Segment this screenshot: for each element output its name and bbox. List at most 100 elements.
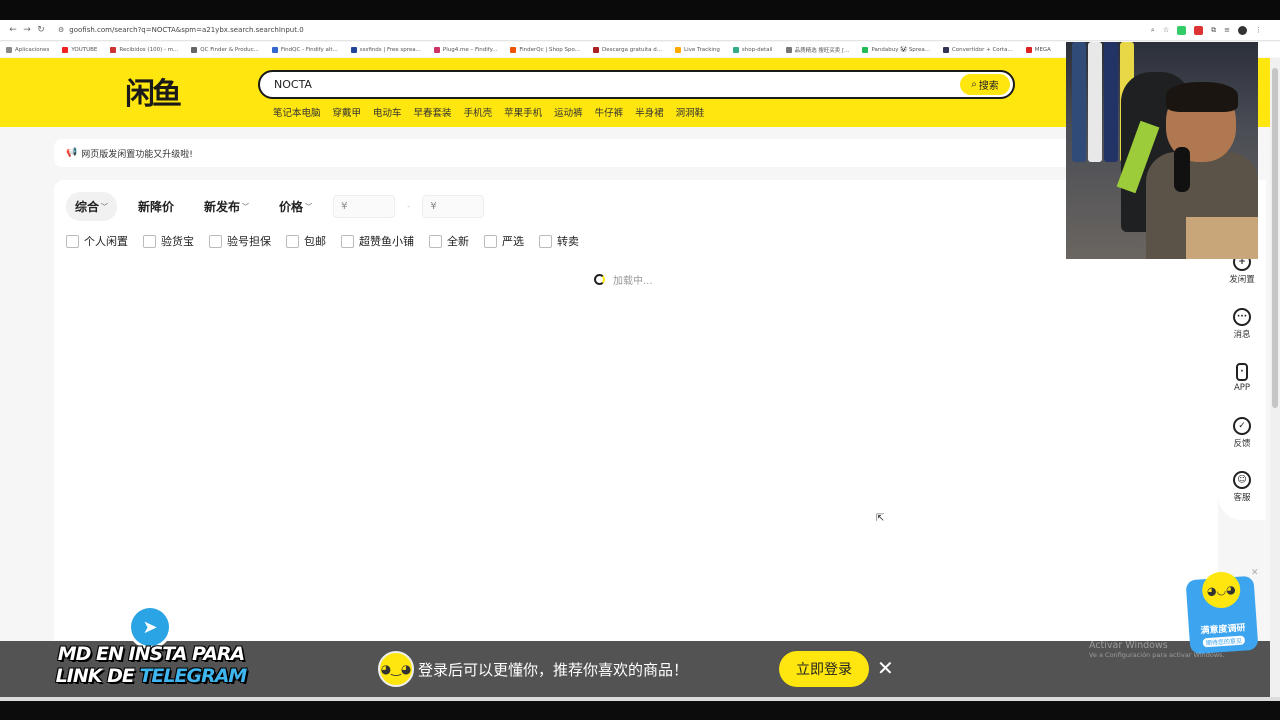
sort-option[interactable]: 新发布 ﹀ <box>195 192 258 221</box>
bookmark-favicon-icon <box>732 46 739 53</box>
hot-tag[interactable]: 早春套装 <box>414 105 452 119</box>
bookmark-item[interactable]: Descarga gratuita d... <box>593 46 662 53</box>
bookmark-item[interactable]: 品质精选 搜旺买卖 [... <box>785 46 850 54</box>
extension-icon[interactable] <box>1194 25 1204 35</box>
bookmark-label: sssfinds | Free sprea... <box>359 46 421 53</box>
profile-avatar[interactable] <box>1238 25 1247 35</box>
filter-checkbox[interactable] <box>209 234 222 248</box>
filter-checkbox[interactable] <box>66 234 79 248</box>
bookmark-item[interactable]: sssfinds | Free sprea... <box>350 46 421 53</box>
reload-icon[interactable]: ↻ <box>34 25 48 35</box>
hot-tag[interactable]: 手机壳 <box>464 105 493 119</box>
zoom-icon[interactable]: ⌕ <box>1151 26 1155 35</box>
filter-checkbox[interactable] <box>143 234 156 248</box>
filter-checkbox[interactable] <box>539 234 552 248</box>
bookmark-favicon-icon <box>350 46 357 53</box>
filter-option[interactable]: 验号担保 <box>209 233 271 249</box>
filter-checkbox[interactable] <box>341 234 354 248</box>
page-scrollbar[interactable] <box>1270 58 1280 698</box>
browser-toolbar: ← → ↻ ⚙ goofish.com/search?q=NOCTA&spm=a… <box>0 20 1280 41</box>
forward-arrow-icon[interactable]: → <box>20 25 34 35</box>
chevron-down-icon: ﹀ <box>101 202 109 211</box>
bookmark-item[interactable]: FindQC - Findify alt... <box>271 46 338 53</box>
address-bar[interactable]: ⚙ goofish.com/search?q=NOCTA&spm=a21ybx.… <box>58 26 1151 34</box>
scrollbar-thumb[interactable] <box>1272 68 1278 408</box>
filter-checkbox[interactable] <box>484 234 497 248</box>
bookmark-label: Pandabuy 🐼 Sprea... <box>871 46 930 53</box>
announcement-bar[interactable]: 📢 网页版发闲置功能又升级啦! <box>54 139 1218 167</box>
loading-text: 加载中... <box>613 276 653 287</box>
filter-option[interactable]: 全新 <box>429 233 469 249</box>
chevron-down-icon: ﹀ <box>305 202 313 211</box>
close-icon[interactable]: ✕ <box>877 656 894 680</box>
sort-option[interactable]: 新降价 <box>129 192 183 221</box>
bookmark-label: 品质精选 搜旺买卖 [... <box>794 47 850 54</box>
extensions-puzzle-icon[interactable]: ⧉ <box>1211 26 1216 35</box>
bookmark-item[interactable]: Live Tracking <box>675 46 720 53</box>
bookmark-item[interactable]: Recibidos (100) - m... <box>110 46 178 53</box>
search-button[interactable]: ⌕ 搜索 <box>960 74 1010 95</box>
bookmark-favicon-icon <box>1025 46 1032 53</box>
bookmark-item[interactable]: Plug4.me – Findify... <box>433 46 497 53</box>
filter-option[interactable]: 验货宝 <box>143 233 194 249</box>
hot-tag[interactable]: 牛仔裤 <box>595 105 624 119</box>
filter-label: 个人闲置 <box>84 235 128 248</box>
search-input[interactable]: NOCTA <box>274 78 960 91</box>
xianyu-logo[interactable]: 闲鱼 <box>125 75 189 112</box>
hot-tag[interactable]: 运动裤 <box>554 105 583 119</box>
price-min-input[interactable]: ¥ <box>333 195 396 218</box>
sidebar-item-label: 客服 <box>1233 493 1251 503</box>
tab-search-icon[interactable]: ≡ <box>1224 26 1230 34</box>
bookmark-item[interactable]: QC Finder & Produc... <box>191 46 259 53</box>
sidebar-item[interactable]: ☺ 客服 <box>1218 471 1266 503</box>
hot-tag[interactable]: 半身裙 <box>635 105 664 119</box>
filter-checkbox[interactable] <box>286 234 299 248</box>
bookmark-item[interactable]: FinderQc | Shop Spo... <box>510 46 580 53</box>
customer-service-icon: ☺ <box>1233 471 1251 489</box>
bookmark-star-icon[interactable]: ☆ <box>1163 26 1169 34</box>
sidebar-item-label: APP <box>1233 383 1251 393</box>
bookmark-item[interactable]: Aplicaciones <box>6 46 49 53</box>
hot-tag[interactable]: 笔记本电脑 <box>273 105 321 119</box>
extension-icon[interactable] <box>1177 25 1187 35</box>
bookmark-item[interactable]: MEGA <box>1025 46 1051 53</box>
bookmark-item[interactable]: shop-detail <box>732 46 773 53</box>
site-info-icon[interactable]: ⚙ <box>58 26 64 34</box>
browser-menu-icon[interactable]: ⋮ <box>1255 26 1262 34</box>
survey-close-icon[interactable]: ✕ <box>1251 568 1259 578</box>
filter-option[interactable]: 转卖 <box>539 233 579 249</box>
sort-option-label: 新降价 <box>138 200 175 214</box>
webcam-clothes <box>1088 42 1102 162</box>
back-arrow-icon[interactable]: ← <box>6 25 20 35</box>
hot-tag[interactable]: 电动车 <box>373 105 402 119</box>
filter-option[interactable]: 包邮 <box>286 233 326 249</box>
logo-text: 闲鱼 <box>125 77 182 112</box>
login-now-button[interactable]: 立即登录 <box>779 651 869 687</box>
bookmark-label: FindQC - Findify alt... <box>280 46 338 53</box>
filter-checkbox[interactable] <box>429 234 442 248</box>
sort-option[interactable]: 综合 ﹀ <box>66 192 118 221</box>
sidebar-item[interactable]: ··· 消息 <box>1218 308 1266 340</box>
bookmark-item[interactable]: Convertidor + Corta... <box>942 46 1013 53</box>
feedback-icon: ✓ <box>1233 417 1251 435</box>
sort-option[interactable]: 价格 ﹀ <box>270 192 321 221</box>
bookmark-label: Live Tracking <box>684 46 720 53</box>
filter-option[interactable]: 个人闲置 <box>66 233 128 249</box>
phone-icon: · <box>1236 363 1248 381</box>
sidebar-item[interactable]: · APP <box>1218 363 1266 393</box>
filter-label: 验货宝 <box>161 235 194 248</box>
sidebar-item[interactable]: ✓ 反馈 <box>1218 417 1266 449</box>
hot-tag[interactable]: 苹果手机 <box>504 105 542 119</box>
mascot-icon: ◕‿◕ <box>378 651 414 687</box>
search-results-panel: 综合 ﹀ 新降价 新发布 ﹀ 价格 ﹀ ¥ - ¥ 个人闲置 验货宝 验号担保 包邮 超赞鱼小铺 全新 严选转… <box>54 180 1218 650</box>
price-max-input[interactable]: ¥ <box>422 195 485 218</box>
chevron-down-icon: ﹀ <box>242 202 250 211</box>
filter-option[interactable]: 超赞鱼小铺 <box>341 233 414 249</box>
hot-tag[interactable]: 洞洞鞋 <box>676 105 705 119</box>
announcement-text: 网页版发闲置功能又升级啦! <box>81 149 193 160</box>
sidebar-item-label: 消息 <box>1233 330 1251 340</box>
bookmark-item[interactable]: YOUTUBE <box>62 46 97 53</box>
bookmark-item[interactable]: Pandabuy 🐼 Sprea... <box>862 46 930 53</box>
filter-option[interactable]: 严选 <box>484 233 524 249</box>
hot-tag[interactable]: 穿戴甲 <box>333 105 362 119</box>
